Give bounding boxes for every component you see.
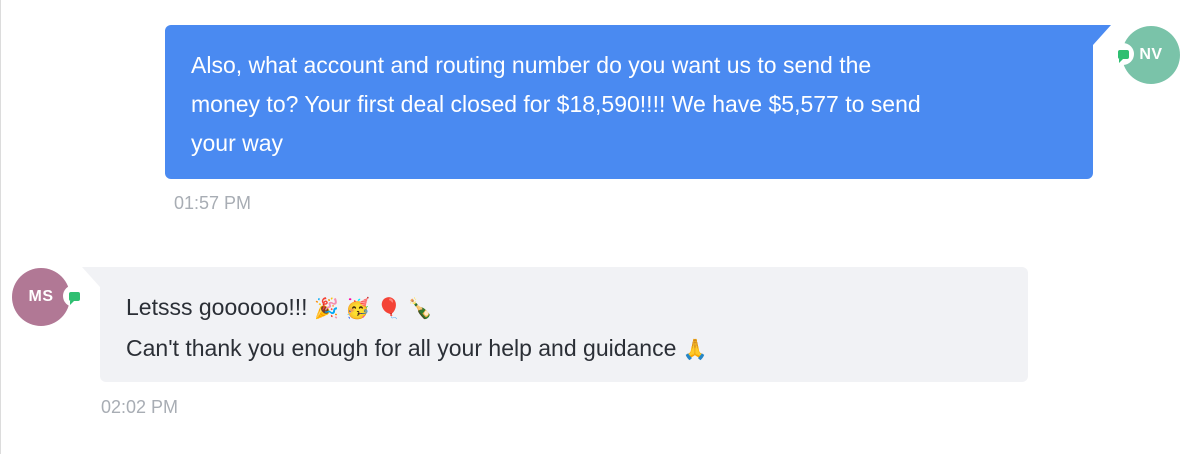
outgoing-message-time: 01:57 PM [174, 193, 252, 213]
incoming-message-text-1: Letsss goooooo!!! [126, 294, 308, 320]
incoming-message-line: Letsss goooooo!!! 🎉 🥳 🎈 🍾 [126, 287, 1004, 328]
outgoing-message-bubble: Also, what account and routing number do… [165, 25, 1111, 179]
incoming-message-time: 02:02 PM [101, 397, 179, 417]
customer-avatar[interactable]: MS [12, 268, 70, 326]
chat-bubble-icon [63, 285, 85, 307]
incoming-message-bubble: Letsss goooooo!!! 🎉 🥳 🎈 🍾 Can't thank yo… [82, 267, 1028, 382]
bubble-tail [1093, 25, 1111, 45]
incoming-message-line: Can't thank you enough for all your help… [126, 328, 1004, 369]
chat-bubble-icon [1112, 43, 1134, 65]
celebration-emojis: 🎉 🥳 🎈 🍾 [313, 296, 433, 320]
bubble-tail [82, 267, 100, 287]
folded-hands-emoji: 🙏 [682, 337, 708, 361]
outgoing-message-text: Also, what account and routing number do… [191, 52, 921, 156]
avatar-initials: MS [28, 288, 54, 305]
avatar-initials: NV [1139, 46, 1163, 63]
incoming-message-text-2: Can't thank you enough for all your help… [126, 335, 677, 361]
